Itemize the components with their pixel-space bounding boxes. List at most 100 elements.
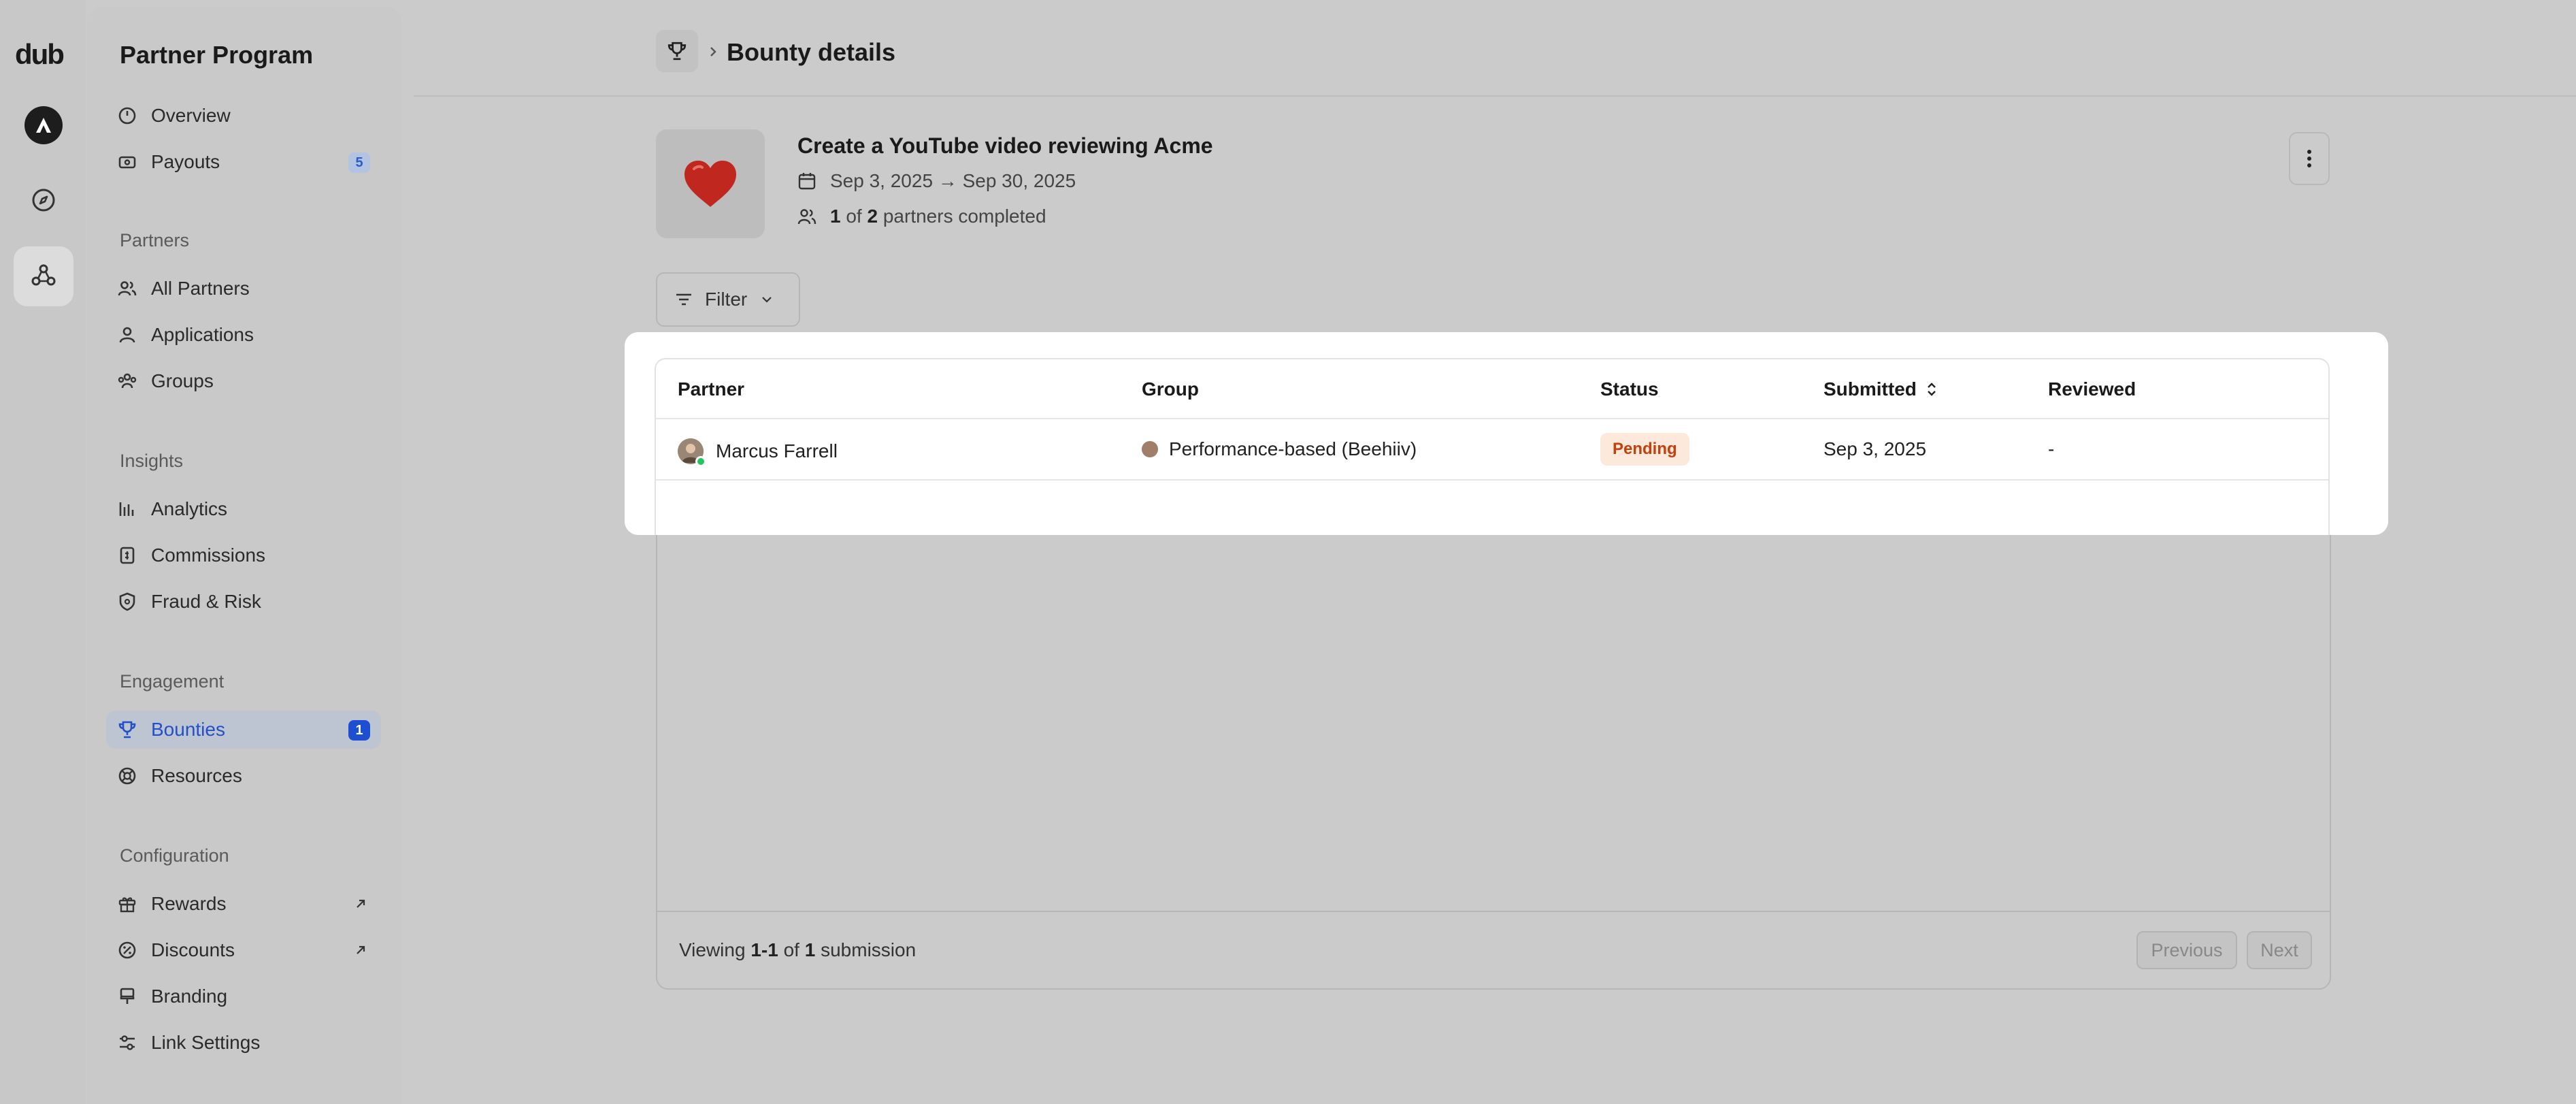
sidebar-item-payouts[interactable]: Payouts 5 — [106, 143, 381, 181]
sidebar-item-label: Fraud & Risk — [151, 591, 261, 612]
paint-brush-icon — [120, 988, 135, 1004]
column-header-partner[interactable]: Partner — [678, 378, 744, 400]
money-icon — [118, 156, 136, 169]
workspace-switcher[interactable] — [14, 95, 73, 155]
partner-avatar — [678, 438, 706, 467]
viewing-prefix: Viewing — [679, 939, 746, 960]
viewing-total: 1 — [804, 939, 816, 960]
sidebar-item-groups[interactable]: Groups — [106, 362, 381, 400]
discount-icon — [118, 941, 136, 959]
sidebar-item-rewards[interactable]: Rewards — [106, 885, 381, 923]
sidebar-item-fraud-risk[interactable]: Fraud & Risk — [106, 583, 381, 621]
column-header-submitted[interactable]: Submitted — [1823, 378, 1938, 400]
dub-logo[interactable]: dub — [15, 38, 65, 71]
sidebar-item-label: Link Settings — [151, 1032, 261, 1053]
bounty-date-range: Sep 3, 2025 → Sep 30, 2025 — [797, 170, 1076, 192]
viewing-suffix: submission — [821, 939, 917, 960]
sidebar-item-label: Bounties — [151, 719, 225, 740]
online-status-icon — [695, 456, 706, 467]
external-link-icon — [357, 899, 365, 908]
gauge-icon — [118, 107, 136, 125]
pagination-summary: Viewing 1-1 of 1 submission — [679, 939, 916, 961]
sidebar-item-label: Overview — [151, 105, 231, 126]
sidebar: Partner Program Overview Payouts 5 Partn… — [87, 7, 401, 1104]
shield-icon — [119, 592, 135, 611]
filter-button[interactable]: Filter — [656, 272, 800, 327]
bounties-count-badge: 1 — [348, 720, 370, 741]
more-vertical-icon — [2307, 150, 2311, 167]
group-cell: Performance-based (Beehiiv) — [1142, 438, 1417, 460]
external-link-icon — [357, 945, 365, 954]
main-content: Bounty details Create a YouTube video re… — [414, 7, 2576, 1104]
sidebar-item-discounts[interactable]: Discounts — [106, 931, 381, 969]
partner-cell[interactable]: Marcus Farrell — [678, 438, 838, 467]
next-page-button[interactable]: Next — [2247, 931, 2312, 969]
table-footer: Viewing 1-1 of 1 submission Previous Nex… — [657, 911, 2330, 988]
partner-name: Marcus Farrell — [716, 440, 838, 461]
sidebar-item-label: Payouts — [151, 151, 220, 172]
sidebar-item-applications[interactable]: Applications — [106, 316, 381, 354]
column-header-reviewed[interactable]: Reviewed — [2048, 378, 2136, 400]
sidebar-item-label: Resources — [151, 765, 242, 786]
user-icon — [119, 327, 135, 343]
receipt-icon — [120, 547, 135, 564]
chevron-right-icon — [710, 47, 716, 56]
column-header-status[interactable]: Status — [1600, 378, 1659, 400]
filter-icon — [676, 293, 691, 306]
sort-icon — [1928, 383, 1936, 396]
more-options-button[interactable] — [2289, 132, 2330, 185]
partner-program-icon[interactable] — [14, 246, 73, 306]
viewing-range: 1-1 — [750, 939, 778, 960]
sidebar-item-branding[interactable]: Branding — [106, 977, 381, 1016]
group-color-dot — [1142, 441, 1158, 457]
payouts-count-badge: 5 — [348, 152, 370, 173]
bounty-name: Create a YouTube video reviewing Acme — [797, 133, 1213, 158]
breadcrumb-bounties-link[interactable] — [656, 30, 698, 72]
sidebar-item-label: All Partners — [151, 278, 250, 299]
submitted-header-label: Submitted — [1823, 378, 1917, 400]
compass-icon[interactable] — [14, 170, 73, 230]
users-icon — [118, 281, 137, 296]
viewing-of: of — [783, 939, 799, 960]
status-cell: Pending — [1600, 433, 1689, 466]
column-header-group[interactable]: Group — [1142, 378, 1199, 400]
reviewed-cell: - — [2048, 438, 2055, 459]
sidebar-item-label: Rewards — [151, 893, 227, 914]
workspace-avatar-icon — [24, 106, 63, 144]
sidebar-item-all-partners[interactable]: All Partners — [106, 270, 381, 308]
bounty-completion: 1 of 2 partners completed — [797, 206, 1046, 227]
sidebar-item-commissions[interactable]: Commissions — [106, 536, 381, 574]
status-badge: Pending — [1600, 433, 1689, 466]
sidebar-item-link-settings[interactable]: Link Settings — [106, 1024, 381, 1062]
heart-icon — [684, 161, 736, 207]
total-partners: 2 — [867, 206, 878, 227]
table-header-row: Partner Group Status Submitted Reviewed — [656, 359, 2328, 419]
submissions-table: Partner Group Status Submitted Reviewed … — [655, 358, 2330, 535]
filter-label: Filter — [705, 289, 748, 310]
bar-chart-icon — [119, 502, 134, 516]
page-header: Bounty details — [414, 7, 2576, 97]
section-label-configuration: Configuration — [120, 845, 229, 866]
highlighted-table-region: Partner Group Status Submitted Reviewed … — [625, 332, 2388, 535]
date-range-text: Sep 3, 2025 → Sep 30, 2025 — [830, 170, 1076, 191]
sidebar-item-overview[interactable]: Overview — [106, 97, 381, 135]
trophy-icon — [118, 721, 136, 738]
completed-of: of — [846, 206, 862, 227]
sidebar-item-label: Applications — [151, 324, 254, 345]
section-label-insights: Insights — [120, 451, 184, 471]
users-icon — [797, 209, 816, 225]
chevron-down-icon — [762, 297, 772, 303]
sidebar-item-label: Branding — [151, 986, 228, 1007]
previous-page-button[interactable]: Previous — [2136, 931, 2237, 969]
section-label-engagement: Engagement — [120, 671, 225, 692]
page-title: Bounty details — [727, 38, 896, 66]
submitted-cell: Sep 3, 2025 — [1823, 438, 1927, 459]
table-row[interactable]: Marcus Farrell Performance-based (Beehii… — [656, 419, 2328, 481]
sidebar-item-bounties[interactable]: Bounties 1 — [106, 711, 381, 749]
sidebar-item-label: Commissions — [151, 545, 266, 566]
completed-count: 1 — [830, 206, 841, 227]
sidebar-item-analytics[interactable]: Analytics — [106, 490, 381, 528]
bounty-thumbnail — [656, 129, 765, 238]
sidebar-item-resources[interactable]: Resources — [106, 757, 381, 795]
sidebar-item-label: Groups — [151, 370, 214, 391]
